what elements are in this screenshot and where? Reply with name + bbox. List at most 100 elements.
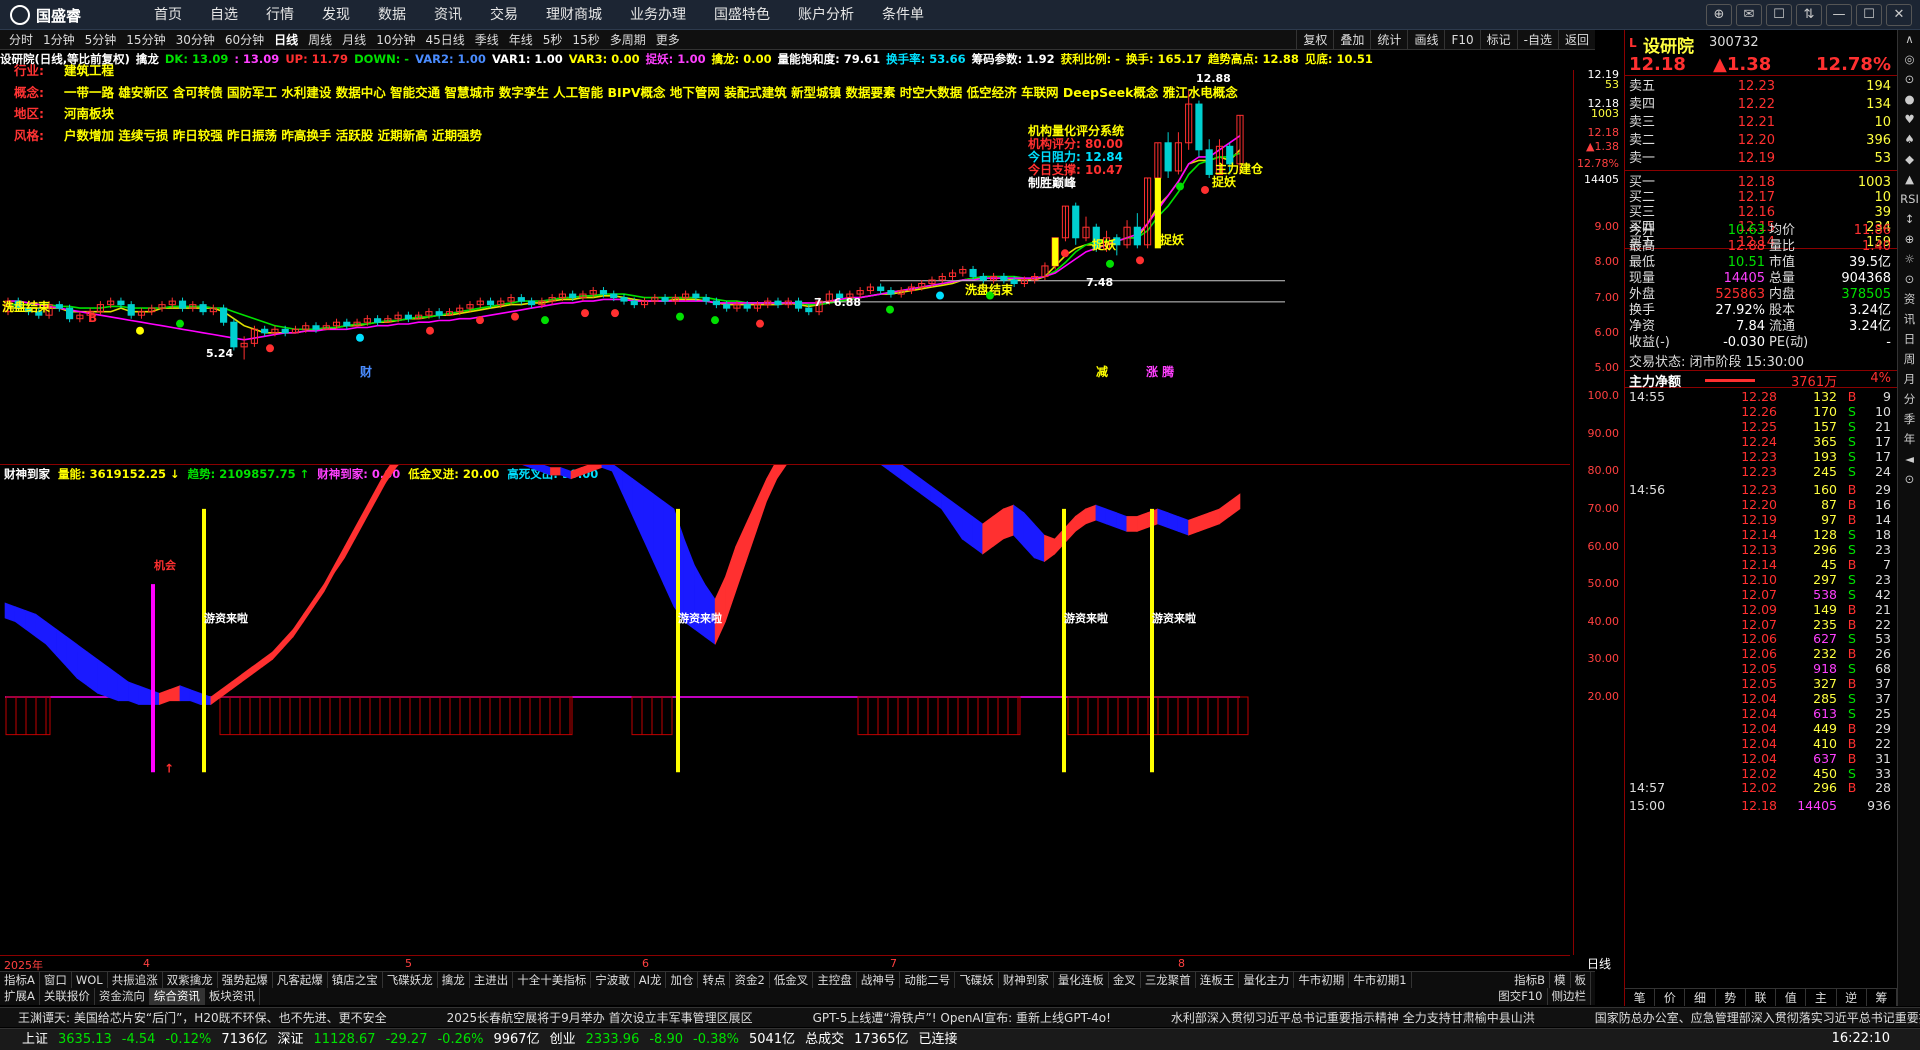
sidebar-icon[interactable]: ♠: [1898, 130, 1920, 149]
bottom-tool[interactable]: 板: [1571, 972, 1591, 988]
indicator-tab[interactable]: 窗口: [40, 972, 72, 988]
sidebar-icon[interactable]: ◄: [1898, 450, 1920, 469]
indicator-tab[interactable]: 转点: [698, 972, 731, 988]
sidebar-icon[interactable]: ⊕: [1898, 230, 1920, 249]
menu-item[interactable]: 自选: [196, 0, 252, 30]
menu-item[interactable]: 行情: [252, 0, 308, 30]
extension-tab[interactable]: 综合资讯: [149, 988, 205, 1005]
period-tab[interactable]: 15秒: [567, 30, 604, 50]
sidebar-icon[interactable]: ◆: [1898, 150, 1920, 169]
indicator-tab[interactable]: 动能二号: [900, 972, 956, 988]
indicator-chart[interactable]: 游资来啦游资来啦游资来啦游资来啦机会↓↓↓↓↓↓↓↓↑: [0, 465, 1570, 955]
indicator-tab[interactable]: 强势起爆: [218, 972, 273, 988]
window-control-icon[interactable]: ☐: [1856, 4, 1882, 26]
indicator-tab[interactable]: 牛市初期1: [1349, 972, 1412, 988]
indicator-tab[interactable]: 凡客起爆: [273, 972, 328, 988]
sidebar-icon[interactable]: ♥: [1898, 110, 1920, 129]
tick-row[interactable]: 14:57 12.02 296 B 28: [1625, 779, 1897, 797]
chart-tool-button[interactable]: 叠加: [1333, 30, 1370, 50]
window-control-icon[interactable]: ⊕: [1706, 4, 1732, 26]
period-tab[interactable]: 季线: [470, 30, 504, 50]
indicator-tab[interactable]: 十全十美指标: [513, 972, 592, 988]
period-tab[interactable]: 分时: [4, 30, 38, 50]
extension-tab[interactable]: 资金流向: [95, 988, 150, 1005]
window-control-icon[interactable]: ✉: [1736, 4, 1762, 26]
chart-tool-button[interactable]: 返回: [1557, 30, 1595, 50]
period-tab[interactable]: 更多: [651, 30, 685, 50]
extension-tab[interactable]: 板块资讯: [205, 988, 260, 1005]
indicator-tab[interactable]: 指标A: [0, 972, 40, 988]
period-tab[interactable]: 15分钟: [121, 30, 170, 50]
sidebar-icon[interactable]: ⊙: [1898, 470, 1920, 489]
bottom-tool[interactable]: 图交F10: [1494, 988, 1548, 1005]
menu-item[interactable]: 业务办理: [616, 0, 700, 30]
indicator-tab[interactable]: AI龙: [635, 972, 667, 988]
menu-item[interactable]: 数据: [364, 0, 420, 30]
indicator-tab[interactable]: 飞碟妖龙: [383, 972, 438, 988]
sidebar-icon[interactable]: 季: [1898, 410, 1920, 429]
indicator-tab[interactable]: WOL: [72, 972, 108, 988]
indicator-tab[interactable]: 双紫擒龙: [163, 972, 218, 988]
tick-row[interactable]: 15:00 12.18 14405 936: [1625, 797, 1897, 815]
indicator-tab[interactable]: 擒龙: [438, 972, 470, 988]
menu-item[interactable]: 理财商城: [532, 0, 616, 30]
indicator-tab[interactable]: 资金2: [730, 972, 770, 988]
indicator-tab[interactable]: 战神号: [857, 972, 901, 988]
period-tab[interactable]: 5分钟: [80, 30, 122, 50]
bottom-tool[interactable]: 指标B: [1510, 972, 1550, 988]
extension-tab[interactable]: 关联报价: [40, 988, 95, 1005]
quote-tab[interactable]: 主: [1806, 989, 1837, 1006]
news-item[interactable]: 国家防总办公室、应急管理部深入贯彻落实习近平总书记重要指示精神: [1595, 1011, 1920, 1025]
chart-tool-button[interactable]: F10: [1444, 30, 1479, 50]
menu-item[interactable]: 账户分析: [784, 0, 868, 30]
indicator-tab[interactable]: 飞碟妖: [955, 972, 999, 988]
sidebar-icon[interactable]: 年: [1898, 430, 1920, 449]
period-tab[interactable]: 10分钟: [371, 30, 420, 50]
chart-tool-button[interactable]: 标记: [1479, 30, 1517, 50]
ask-row[interactable]: 卖三 12.21 10: [1625, 114, 1897, 132]
chart-tool-button[interactable]: 复权: [1296, 30, 1333, 50]
period-tab[interactable]: 45日线: [420, 30, 469, 50]
period-tab[interactable]: 月线: [337, 30, 371, 50]
sidebar-icon[interactable]: 月: [1898, 370, 1920, 389]
ask-row[interactable]: 卖一 12.19 53: [1625, 150, 1897, 168]
ask-row[interactable]: 卖二 12.20 396: [1625, 132, 1897, 150]
sidebar-icon[interactable]: 周: [1898, 350, 1920, 369]
period-tab[interactable]: 60分钟: [220, 30, 269, 50]
indicator-tab[interactable]: 主控盘: [813, 972, 857, 988]
indicator-tab[interactable]: 低金叉: [770, 972, 814, 988]
sidebar-icon[interactable]: 讯: [1898, 310, 1920, 329]
period-tab[interactable]: 5秒: [538, 30, 568, 50]
indicator-tab[interactable]: 连板王: [1196, 972, 1240, 988]
ask-row[interactable]: 卖五 12.23 194: [1625, 78, 1897, 96]
quote-tab[interactable]: 价: [1655, 989, 1686, 1006]
sidebar-icon[interactable]: ∧: [1898, 30, 1920, 49]
news-item[interactable]: 王渊谭天: 美国给芯片安“后门”，H20既不环保、也不先进、更不安全: [18, 1011, 387, 1025]
indicator-tab[interactable]: 宁波敢: [591, 972, 635, 988]
window-control-icon[interactable]: —: [1826, 4, 1852, 26]
sidebar-icon[interactable]: 日: [1898, 330, 1920, 349]
menu-item[interactable]: 交易: [476, 0, 532, 30]
quote-tab[interactable]: 细: [1685, 989, 1716, 1006]
quote-tab[interactable]: 笔: [1625, 989, 1656, 1006]
indicator-tab[interactable]: 金叉: [1109, 972, 1141, 988]
indicator-tab[interactable]: 主进出: [470, 972, 514, 988]
quote-tab[interactable]: 筹: [1867, 989, 1897, 1006]
chart-tool-button[interactable]: 统计: [1370, 30, 1407, 50]
sidebar-icon[interactable]: ⊙: [1898, 270, 1920, 289]
news-item[interactable]: GPT-5上线遭“滑铁卢”! OpenAI宣布: 重新上线GPT-4o!: [813, 1011, 1111, 1025]
window-control-icon[interactable]: ⇅: [1796, 4, 1822, 26]
bottom-tool[interactable]: 模: [1550, 972, 1571, 988]
extension-tab[interactable]: 扩展A: [0, 988, 40, 1005]
menu-item[interactable]: 条件单: [868, 0, 938, 30]
sidebar-icon[interactable]: ⊙: [1898, 70, 1920, 89]
chart-tool-button[interactable]: -自选: [1516, 30, 1558, 50]
sidebar-icon[interactable]: ▲: [1898, 170, 1920, 189]
chart-tool-button[interactable]: 画线: [1407, 30, 1444, 50]
sidebar-icon[interactable]: 分: [1898, 390, 1920, 409]
sidebar-icon[interactable]: ●: [1898, 90, 1920, 109]
sidebar-icon[interactable]: RSI: [1898, 190, 1920, 209]
sidebar-icon[interactable]: ◎: [1898, 50, 1920, 69]
indicator-tab[interactable]: 牛市初期: [1294, 972, 1350, 988]
sidebar-icon[interactable]: 资: [1898, 290, 1920, 309]
